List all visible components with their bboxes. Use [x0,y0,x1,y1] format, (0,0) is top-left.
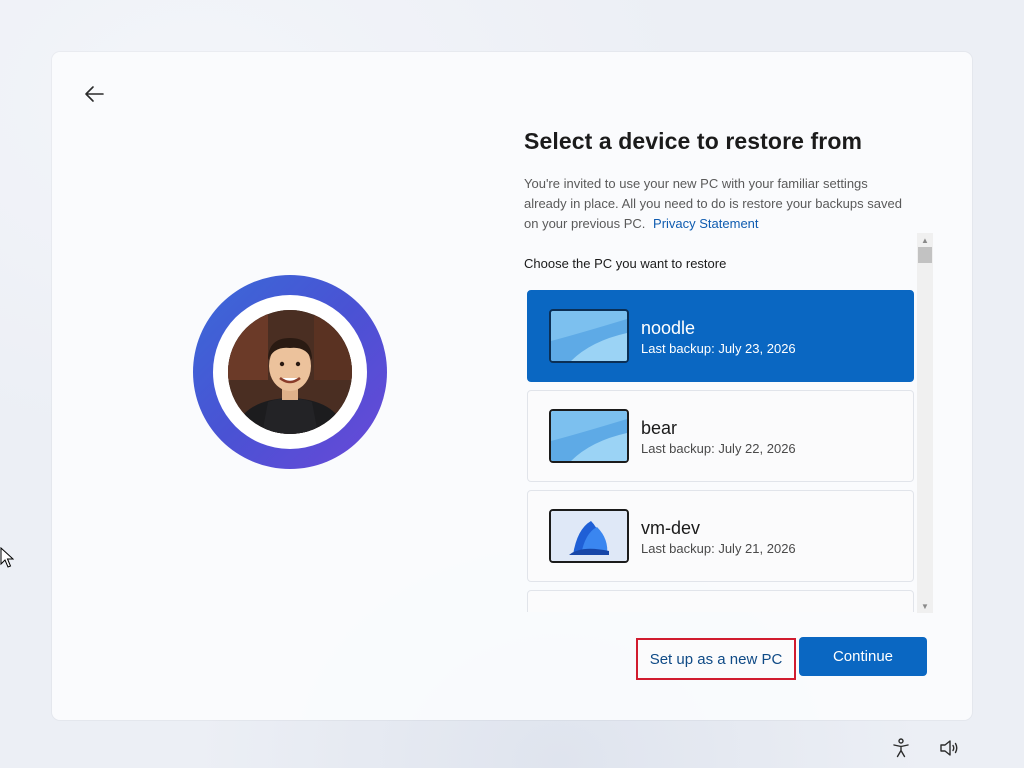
continue-button[interactable]: Continue [799,637,927,676]
back-button[interactable] [80,80,108,108]
setup-new-pc-button[interactable]: Set up as a new PC [636,638,796,680]
scroll-up-icon[interactable]: ▲ [917,233,933,247]
page-title: Select a device to restore from [524,128,863,154]
device-item-partial[interactable] [527,590,914,612]
volume-icon [940,740,958,756]
device-thumbnail [549,309,629,363]
device-name: bear [641,417,678,438]
device-backup-date: Last backup: July 23, 2026 [641,340,796,356]
device-thumbnail [549,409,629,463]
device-thumbnail [549,509,629,563]
device-backup-date: Last backup: July 21, 2026 [641,540,796,556]
scroll-down-icon[interactable]: ▼ [917,599,933,613]
scroll-thumb[interactable] [918,247,932,263]
device-list-scrollbar[interactable]: ▲ ▼ [917,233,933,613]
device-item-bear[interactable]: bear Last backup: July 22, 2026 [527,390,914,482]
accessibility-icon [893,738,909,758]
user-avatar [193,275,387,469]
avatar-photo [228,310,352,434]
arrow-left-icon [85,86,104,102]
mouse-cursor-icon [0,547,14,568]
volume-button[interactable] [938,736,962,760]
device-backup-date: Last backup: July 22, 2026 [641,440,796,456]
device-name: noodle [641,317,696,338]
accessibility-button[interactable] [889,736,913,760]
device-name: vm-dev [641,517,701,538]
device-item-noodle[interactable]: noodle Last backup: July 23, 2026 [527,290,914,382]
page-description: You're invited to use your new PC with y… [524,174,914,234]
choose-label: Choose the PC you want to restore [524,256,727,271]
device-item-vm-dev[interactable]: vm-dev Last backup: July 21, 2026 [527,490,914,582]
device-list: noodle Last backup: July 23, 2026 bear L… [524,288,917,612]
privacy-statement-link[interactable]: Privacy Statement [653,216,759,231]
